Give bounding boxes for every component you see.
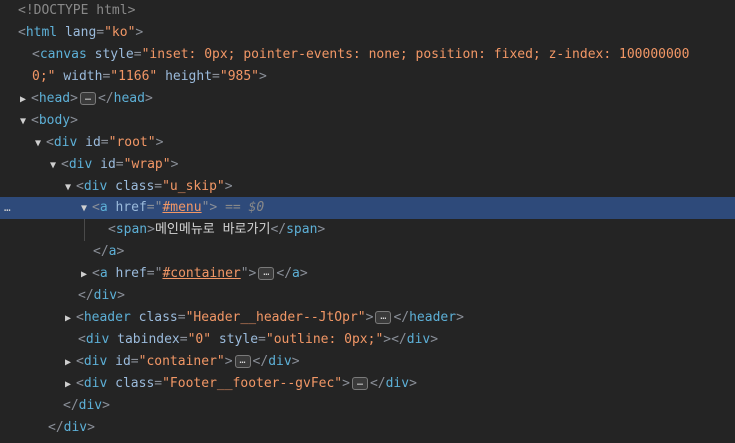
span-line[interactable]: <span>메인메뉴로 바로가기</span>	[0, 219, 735, 241]
tag-name: div	[78, 398, 103, 413]
ellipsis-icon[interactable]: …	[375, 311, 392, 324]
attr-value[interactable]: "u_skip"	[162, 179, 225, 194]
attr-value[interactable]: "Footer__footer--gvFec"	[162, 376, 342, 391]
canvas-line-wrap[interactable]: 0;" width="1166" height="985">	[0, 66, 735, 88]
tag-name: div	[93, 288, 118, 303]
selected-marker: == $0	[225, 200, 265, 215]
wrap-div-line[interactable]: ▼ <div id="wrap">	[0, 154, 735, 176]
tag-name: header	[83, 310, 131, 325]
attr-name: id	[100, 157, 116, 172]
attr-name: style	[218, 332, 259, 347]
ellipsis-icon[interactable]: …	[234, 355, 251, 368]
attr-name: lang	[64, 25, 97, 40]
tag-name: div	[83, 179, 108, 194]
tabindex-div-line[interactable]: <div tabindex="0" style="outline: 0px;">…	[0, 329, 735, 351]
tag-name: div	[385, 376, 410, 391]
tag-name: a	[99, 200, 108, 215]
attr-name: class	[138, 310, 178, 325]
href-link[interactable]: #menu	[162, 200, 201, 215]
attr-value[interactable]: "ko"	[104, 25, 135, 40]
doctype-line[interactable]: <!DOCTYPE html>	[0, 0, 735, 22]
tag-name: div	[63, 420, 88, 435]
anchor-close-line[interactable]: </a>	[0, 241, 735, 263]
attr-name: class	[115, 376, 155, 391]
container-div-line[interactable]: ▶ <div id="container">… </div>	[0, 351, 735, 373]
tag-name: div	[83, 354, 108, 369]
expand-triangle-icon[interactable]: ▶	[18, 89, 28, 110]
tag-name: div	[83, 376, 108, 391]
attr-value[interactable]: "Header__header--JtOpr"	[186, 310, 366, 325]
attr-name: class	[115, 179, 155, 194]
doctype-text: <!DOCTYPE html>	[18, 3, 136, 18]
collapse-triangle-icon[interactable]: ▼	[48, 155, 58, 176]
root-div-close-line[interactable]: </div>	[0, 417, 735, 439]
attr-value[interactable]: "985"	[220, 69, 259, 84]
tag-name: a	[99, 266, 108, 281]
attr-value[interactable]: "0"	[188, 332, 211, 347]
attr-name: href	[115, 266, 147, 281]
wrap-div-close-line[interactable]: </div>	[0, 395, 735, 417]
collapse-triangle-icon[interactable]: ▼	[79, 198, 89, 219]
html-open-line[interactable]: <html lang="ko">	[0, 22, 735, 44]
skip-div-close-line[interactable]: </div>	[0, 285, 735, 307]
tag-name: span	[286, 222, 318, 237]
elements-panel: <!DOCTYPE html> <html lang="ko"> <canvas…	[0, 0, 735, 443]
ellipsis-icon[interactable]: …	[351, 377, 368, 390]
container-anchor-line[interactable]: ▶ <a href="#container">… </a>	[0, 263, 735, 285]
header-line[interactable]: ▶ <header class="Header__header--JtOpr">……	[0, 307, 735, 329]
selected-anchor-line[interactable]: … ▼ <a href="#menu"> == $0	[0, 197, 735, 219]
attr-name: id	[115, 354, 131, 369]
ellipsis-icon[interactable]: …	[258, 267, 275, 280]
tag-name: div	[53, 135, 78, 150]
attr-value[interactable]: 0;"	[32, 69, 55, 84]
attr-name: tabindex	[117, 332, 180, 347]
tag-name: div	[406, 332, 431, 347]
attr-name: height	[165, 69, 213, 84]
tag-name: html	[25, 25, 58, 40]
href-link[interactable]: #container	[162, 266, 240, 281]
attr-value[interactable]: "container"	[139, 354, 225, 369]
attr-value[interactable]: "1166"	[110, 69, 157, 84]
collapse-triangle-icon[interactable]: ▼	[33, 133, 43, 154]
ellipsis-icon[interactable]: …	[79, 92, 96, 105]
tag-name: span	[115, 222, 148, 237]
attr-name: href	[115, 200, 147, 215]
tag-name: div	[268, 354, 292, 369]
attr-value[interactable]: "outline: 0px;"	[266, 332, 383, 347]
collapse-triangle-icon[interactable]: ▼	[18, 111, 28, 132]
expand-triangle-icon[interactable]: ▶	[63, 352, 73, 373]
root-div-line[interactable]: ▼ <div id="root">	[0, 132, 735, 154]
tag-name: head	[113, 91, 145, 106]
tag-name: div	[85, 332, 110, 347]
skip-div-line[interactable]: ▼ <div class="u_skip">	[0, 176, 735, 198]
attr-value[interactable]: "root"	[109, 135, 156, 150]
expand-triangle-icon[interactable]: ▶	[63, 308, 73, 329]
footer-div-line[interactable]: ▶ <div class="Footer__footer--gvFec">… </d…	[0, 373, 735, 395]
tag-name: div	[68, 157, 93, 172]
span-text[interactable]: 메인메뉴로 바로가기	[155, 222, 270, 237]
head-line[interactable]: ▶ <head>… </head>	[0, 88, 735, 110]
body-line[interactable]: ▼ <body>	[0, 110, 735, 132]
tag-name: body	[38, 113, 71, 128]
more-options-icon[interactable]: …	[4, 197, 12, 219]
attr-value[interactable]: "inset: 0px; pointer-events: none; posit…	[142, 47, 690, 62]
attr-name: style	[94, 47, 134, 62]
canvas-line[interactable]: <canvas style="inset: 0px; pointer-event…	[0, 44, 735, 66]
expand-triangle-icon[interactable]: ▶	[79, 264, 89, 285]
tag-name: head	[38, 91, 71, 106]
tag-name: canvas	[39, 47, 87, 62]
attr-name: id	[85, 135, 101, 150]
expand-triangle-icon[interactable]: ▶	[63, 374, 73, 395]
tag-name: a	[292, 266, 300, 281]
attr-name: width	[63, 69, 103, 84]
collapse-triangle-icon[interactable]: ▼	[63, 177, 73, 198]
attr-value[interactable]: "wrap"	[124, 157, 171, 172]
tag-name: header	[409, 310, 457, 325]
